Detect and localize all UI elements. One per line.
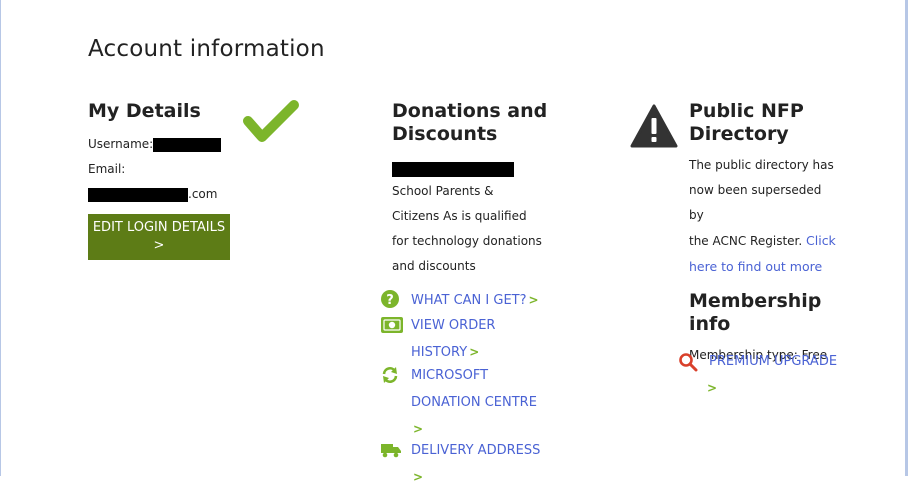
search-icon [679, 353, 698, 372]
membership-heading: Membership info [689, 290, 839, 336]
username-redaction [153, 137, 222, 152]
email-suffix: .com [188, 187, 218, 201]
chevron-right-icon: > [413, 422, 424, 436]
donations-heading: Donations and Discounts [392, 100, 562, 146]
donations-desc-line: and discounts [392, 259, 476, 273]
public-nfp-desc-line: The public directory has [689, 158, 834, 172]
public-nfp-description: The public directory has now been supers… [689, 153, 839, 280]
public-nfp-heading: Public NFP Directory [689, 100, 839, 146]
org-name-redaction [392, 162, 514, 177]
checkmark-icon [243, 100, 299, 142]
public-nfp-heading-line2: Directory [689, 123, 789, 145]
membership-heading-line2: info [689, 313, 731, 335]
chevron-right-icon: > [469, 345, 480, 359]
edit-button-label: EDIT LOGIN DETAILS [92, 220, 226, 235]
donations-heading-line2: Discounts [392, 123, 498, 145]
refresh-icon [382, 367, 398, 383]
donations-heading-line1: Donations and [392, 100, 548, 122]
email-redaction [88, 187, 188, 202]
microsoft-label[interactable]: MICROSOFT [411, 368, 488, 383]
warning-icon [630, 104, 678, 148]
truck-icon [381, 444, 401, 458]
page-title: Account information [88, 36, 325, 62]
view-order-history-link[interactable]: VIEW ORDER HISTORY > [381, 311, 561, 361]
svg-text:?: ? [386, 293, 394, 308]
donations-desc-line: Citizens As is qualified [392, 209, 527, 223]
donations-desc-line: School Parents & [392, 184, 494, 198]
microsoft-donation-centre-link[interactable]: MICROSOFT DONATION CENTRE > [381, 361, 561, 436]
public-nfp-section: Public NFP Directory The public director… [689, 100, 839, 368]
public-nfp-desc-line: now been superseded by [689, 183, 822, 222]
membership-heading-line1: Membership [689, 290, 822, 312]
email-row: .com [88, 182, 308, 207]
public-nfp-desc-line: the ACNC Register. [689, 234, 803, 248]
acnc-link[interactable]: Click [806, 233, 836, 248]
chevron-right-icon: > [528, 293, 539, 307]
acnc-link-continued[interactable]: here to find out more [689, 259, 822, 274]
public-nfp-heading-line1: Public NFP [689, 100, 804, 122]
premium-upgrade-link[interactable]: PREMIUM UPGRADE > [678, 347, 848, 397]
what-can-i-get-link[interactable]: ? WHAT CAN I GET? > [381, 286, 561, 311]
username-label: Username: [88, 137, 154, 151]
delivery-address-label[interactable]: DELIVERY ADDRESS [411, 443, 540, 458]
history-label[interactable]: HISTORY [411, 345, 467, 360]
email-label: Email: [88, 162, 126, 176]
donation-centre-label[interactable]: DONATION CENTRE [411, 395, 537, 410]
donations-section: Donations and Discounts School Parents &… [392, 100, 562, 279]
view-order-label[interactable]: VIEW ORDER [411, 318, 495, 333]
delivery-address-link[interactable]: DELIVERY ADDRESS > [381, 436, 561, 484]
what-can-i-get-label[interactable]: WHAT CAN I GET? [411, 293, 527, 308]
chevron-right-icon: > [707, 381, 718, 395]
edit-button-chevron: > [153, 238, 165, 253]
money-icon [381, 317, 403, 333]
donations-desc-line: for technology donations [392, 234, 542, 248]
chevron-right-icon: > [413, 470, 424, 484]
donations-description: School Parents & Citizens As is qualifie… [392, 179, 562, 279]
edit-login-details-button[interactable]: EDIT LOGIN DETAILS > [88, 214, 230, 260]
premium-upgrade-label[interactable]: PREMIUM UPGRADE [709, 354, 837, 369]
question-circle-icon: ? [381, 290, 399, 308]
